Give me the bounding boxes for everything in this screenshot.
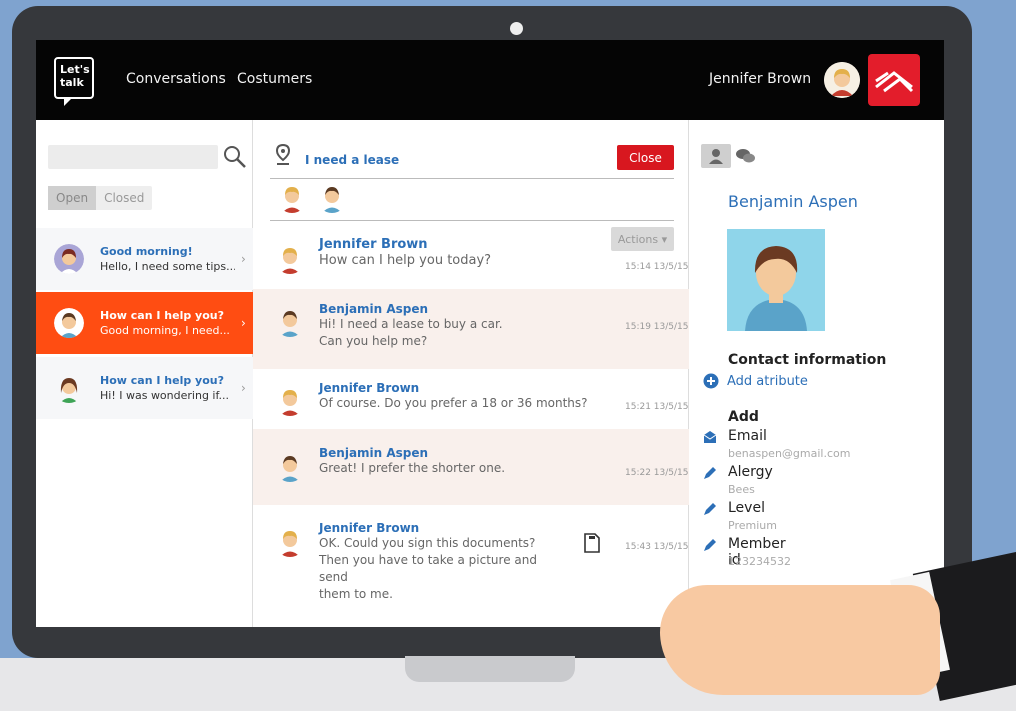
chat-message: Jennifer Brown Of course. Do you prefer … xyxy=(253,370,689,428)
message-text: OK. Could you sign this documents? xyxy=(319,536,536,550)
conversation-title: How can I help you? xyxy=(100,374,224,387)
conversation-item[interactable]: How can I help you? Hi! I was wondering … xyxy=(36,357,253,419)
conversation-topic: I need a lease xyxy=(305,153,400,167)
message-text: them to me. xyxy=(319,587,393,601)
chat-message: Jennifer Brown How can I help you today?… xyxy=(253,230,689,288)
chevron-right-icon: › xyxy=(241,252,246,266)
nav-costumers[interactable]: Costumers xyxy=(237,71,312,87)
message-text: Great! I prefer the shorter one. xyxy=(319,461,506,475)
message-text: How can I help you today? xyxy=(319,253,492,268)
message-text: Hi! I need a lease to buy a car. xyxy=(319,317,503,331)
chat-message: Benjamin Aspen Great! I prefer the short… xyxy=(253,429,689,505)
message-text: Of course. Do you prefer a 18 or 36 mont… xyxy=(319,396,588,410)
avatar xyxy=(275,244,305,274)
finger xyxy=(668,630,778,660)
field-label: Alergy xyxy=(728,464,773,480)
profile-tabs xyxy=(701,144,761,168)
conversation-preview: Hello, I need some tips... xyxy=(100,260,235,273)
profile-tab-icon[interactable] xyxy=(701,144,731,168)
chevron-right-icon: › xyxy=(241,316,246,330)
avatar xyxy=(54,308,84,338)
pencil-icon xyxy=(704,503,716,515)
logo-text-lets: Let's xyxy=(60,63,90,76)
contact-name: Benjamin Aspen xyxy=(728,192,858,211)
message-sender: Benjamin Aspen xyxy=(319,302,429,316)
search-icon[interactable] xyxy=(222,144,248,170)
pencil-icon xyxy=(704,539,716,551)
search-input[interactable] xyxy=(48,145,218,169)
message-text: Then you have to take a picture and send xyxy=(319,553,537,584)
status-tabs: Open Closed xyxy=(48,186,153,210)
top-bar: Let's talk Conversations Costumers Jenni… xyxy=(36,40,944,120)
app-logo[interactable]: Let's talk xyxy=(54,57,94,106)
chat-message: Benjamin Aspen Hi! I need a lease to buy… xyxy=(253,289,689,369)
webcam xyxy=(510,22,523,35)
message-text: Can you help me? xyxy=(319,334,428,348)
message-sender: Jennifer Brown xyxy=(319,381,420,395)
message-sender: Jennifer Brown xyxy=(319,237,428,252)
conversation-item[interactable]: Good morning! Hello, I need some tips...… xyxy=(36,228,253,290)
message-time: 15:14 13/5/15 xyxy=(625,262,689,272)
location-pin-icon xyxy=(275,143,291,166)
participant-avatar[interactable] xyxy=(317,183,347,213)
nav-conversations[interactable]: Conversations xyxy=(126,71,226,87)
chevron-right-icon: › xyxy=(241,381,246,395)
add-attribute-button[interactable]: Add atribute xyxy=(703,373,808,389)
field-value: benaspen@gmail.com xyxy=(728,447,851,460)
field-value: 123234532 xyxy=(728,555,791,568)
avatar xyxy=(54,244,84,274)
avatar xyxy=(275,452,305,482)
divider xyxy=(270,220,674,221)
conversation-title: Good morning! xyxy=(100,245,193,258)
contact-details-panel: Benjamin Aspen Contact information Add a… xyxy=(689,120,944,627)
message-time: 15:22 13/5/15 xyxy=(625,468,689,478)
logo-text-talk: talk xyxy=(60,76,84,89)
document-icon[interactable] xyxy=(584,533,600,553)
contact-photo xyxy=(727,229,825,331)
close-conversation-button[interactable]: Close xyxy=(617,145,674,170)
bank-logo xyxy=(868,54,920,106)
message-sender: Jennifer Brown xyxy=(319,521,420,535)
chat-message: Jennifer Brown OK. Could you sign this d… xyxy=(253,506,689,604)
participant-avatar[interactable] xyxy=(277,183,307,213)
chat-panel: I need a lease Close Actions ▾ Jennifer … xyxy=(253,120,689,627)
avatar xyxy=(275,307,305,337)
conversation-preview: Good morning, I need... xyxy=(100,324,230,337)
message-time: 15:21 13/5/15 xyxy=(625,402,689,412)
chat-history-tab-icon[interactable] xyxy=(731,144,761,168)
conversation-list-panel: Open Closed Good morning! Hello, I need … xyxy=(36,120,253,627)
user-avatar[interactable] xyxy=(824,62,860,98)
tab-closed[interactable]: Closed xyxy=(96,186,152,210)
finger xyxy=(700,600,860,634)
tab-open[interactable]: Open xyxy=(48,186,97,210)
add-attribute-label: Add atribute xyxy=(727,373,808,389)
field-label: Level xyxy=(728,500,765,516)
pencil-icon xyxy=(704,467,716,479)
conversation-title: How can I help you? xyxy=(100,309,224,322)
plus-circle-icon xyxy=(703,373,719,389)
message-time: 15:19 13/5/15 xyxy=(625,322,689,332)
app-screen: Let's talk Conversations Costumers Jenni… xyxy=(36,40,944,627)
avatar xyxy=(275,386,305,416)
contact-info-title: Contact information xyxy=(728,352,887,368)
field-label: Email xyxy=(728,428,767,444)
current-user-name[interactable]: Jennifer Brown xyxy=(709,71,811,87)
avatar xyxy=(275,527,305,557)
email-icon xyxy=(703,431,717,443)
field-value: Bees xyxy=(728,483,755,496)
field-value: Premium xyxy=(728,519,777,532)
conversation-item-selected[interactable]: How can I help you? Good morning, I need… xyxy=(36,292,253,354)
conversation-preview: Hi! I was wondering if... xyxy=(100,389,230,402)
avatar xyxy=(54,373,84,403)
add-section-title: Add xyxy=(728,409,759,425)
message-sender: Benjamin Aspen xyxy=(319,446,429,460)
laptop-base xyxy=(405,656,575,682)
message-time: 15:43 13/5/15 xyxy=(625,542,689,552)
divider xyxy=(270,178,674,179)
